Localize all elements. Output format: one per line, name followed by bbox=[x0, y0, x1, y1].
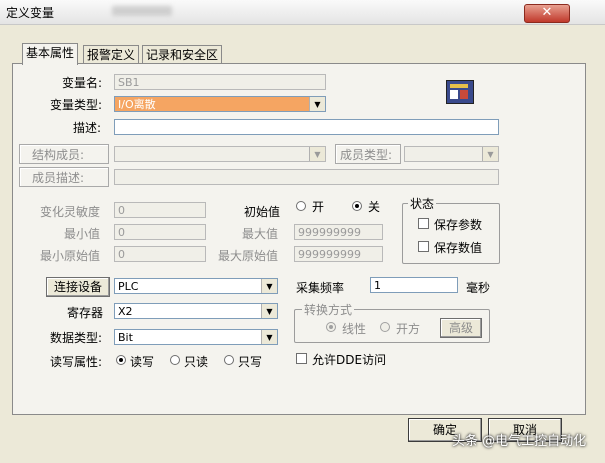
tab-record-security[interactable]: 记录和安全区 bbox=[142, 45, 223, 64]
connect-device-button[interactable]: 连接设备 bbox=[46, 277, 110, 297]
conversion-linear-radio[interactable] bbox=[326, 322, 336, 332]
dde-access-label: 允许DDE访问 bbox=[312, 353, 387, 367]
var-name-input[interactable]: SB1 bbox=[114, 74, 326, 90]
device-select[interactable]: PLC ▼ bbox=[114, 278, 278, 294]
conversion-sqrt-label: 开方 bbox=[396, 322, 421, 336]
conversion-group-title: 转换方式 bbox=[302, 301, 355, 318]
data-type-select[interactable]: Bit ▼ bbox=[114, 329, 278, 345]
max-raw-input[interactable]: 999999999 bbox=[294, 246, 383, 262]
save-values-label: 保存数值 bbox=[434, 241, 483, 255]
device-value: PLC bbox=[118, 280, 139, 293]
var-type-value: I/O离散 bbox=[118, 98, 156, 111]
min-raw-input[interactable]: 0 bbox=[114, 246, 206, 262]
rw-readwrite-radio[interactable] bbox=[116, 355, 126, 365]
max-input[interactable]: 999999999 bbox=[294, 224, 383, 240]
rw-writeonly-label: 只写 bbox=[238, 355, 263, 369]
min-label: 最小值 bbox=[64, 227, 101, 241]
data-type-label: 数据类型: bbox=[50, 331, 103, 345]
min-input[interactable]: 0 bbox=[114, 224, 206, 240]
close-button[interactable]: ✕ bbox=[524, 4, 570, 23]
blurred-region bbox=[112, 6, 172, 16]
window-title: 定义变量 bbox=[6, 6, 55, 20]
chevron-down-icon[interactable]: ▼ bbox=[309, 147, 325, 161]
sample-rate-input[interactable]: 1 bbox=[370, 277, 458, 293]
register-label: 寄存器 bbox=[67, 306, 104, 320]
conversion-linear-label: 线性 bbox=[342, 322, 367, 336]
member-desc-label: 成员描述: bbox=[32, 171, 85, 185]
chevron-down-icon[interactable]: ▼ bbox=[309, 97, 325, 111]
register-select[interactable]: X2 ▼ bbox=[114, 303, 278, 319]
dde-access-checkbox[interactable] bbox=[296, 353, 307, 364]
advanced-button[interactable]: 高级 bbox=[440, 318, 482, 338]
initial-on-label: 开 bbox=[312, 200, 325, 214]
initial-value-label: 初始值 bbox=[244, 205, 281, 219]
chevron-down-icon[interactable]: ▼ bbox=[261, 304, 277, 318]
min-raw-label: 最小原始值 bbox=[40, 249, 101, 263]
initial-on-radio[interactable] bbox=[296, 201, 306, 211]
member-type-label: 成员类型: bbox=[340, 148, 393, 162]
description-label: 描述: bbox=[73, 121, 102, 135]
description-input[interactable] bbox=[114, 119, 499, 135]
data-type-value: Bit bbox=[118, 331, 133, 344]
watermark: 头条 @电气工控自动化 bbox=[452, 434, 587, 449]
rw-readwrite-label: 读写 bbox=[130, 355, 155, 369]
var-type-label: 变量类型: bbox=[50, 98, 103, 112]
rw-writeonly-radio[interactable] bbox=[224, 355, 234, 365]
sensitivity-label: 变化灵敏度 bbox=[40, 205, 101, 219]
chevron-down-icon[interactable]: ▼ bbox=[261, 279, 277, 293]
sample-rate-label: 采集频率 bbox=[296, 281, 345, 295]
initial-off-radio[interactable] bbox=[352, 201, 362, 211]
status-group-title: 状态 bbox=[408, 195, 437, 212]
initial-off-label: 关 bbox=[368, 200, 381, 214]
rw-readonly-radio[interactable] bbox=[170, 355, 180, 365]
var-type-select[interactable]: I/O离散 ▼ bbox=[114, 96, 326, 112]
sample-rate-unit: 毫秒 bbox=[466, 281, 491, 295]
rw-readonly-label: 只读 bbox=[184, 355, 209, 369]
max-raw-label: 最大原始值 bbox=[218, 249, 279, 263]
member-desc-input[interactable] bbox=[114, 169, 499, 185]
rw-label: 读写属性: bbox=[50, 355, 103, 369]
struct-member-label: 结构成员: bbox=[32, 148, 85, 162]
save-values-checkbox[interactable] bbox=[418, 241, 429, 252]
title-bar: 定义变量 ✕ bbox=[0, 0, 605, 25]
tab-alarm-definition[interactable]: 报警定义 bbox=[83, 45, 140, 64]
chevron-down-icon[interactable]: ▼ bbox=[261, 330, 277, 344]
member-type-select[interactable]: ▼ bbox=[404, 146, 499, 162]
define-variable-dialog: 定义变量 ✕ 基本属性 报警定义 记录和安全区 变量名: SB1 变量类型: I… bbox=[0, 0, 605, 463]
sensitivity-input[interactable]: 0 bbox=[114, 202, 206, 218]
save-params-label: 保存参数 bbox=[434, 218, 483, 232]
conversion-sqrt-radio[interactable] bbox=[380, 322, 390, 332]
max-label: 最大值 bbox=[242, 227, 279, 241]
save-params-checkbox[interactable] bbox=[418, 218, 429, 229]
icon-bar bbox=[450, 84, 468, 88]
icon-pane bbox=[460, 90, 468, 99]
var-name-label: 变量名: bbox=[62, 76, 103, 90]
variable-browser-icon[interactable] bbox=[446, 80, 474, 104]
register-value: X2 bbox=[118, 305, 133, 318]
icon-pane bbox=[450, 90, 458, 99]
struct-member-select[interactable]: ▼ bbox=[114, 146, 326, 162]
tab-basic-properties[interactable]: 基本属性 bbox=[22, 43, 79, 65]
chevron-down-icon[interactable]: ▼ bbox=[482, 147, 498, 161]
